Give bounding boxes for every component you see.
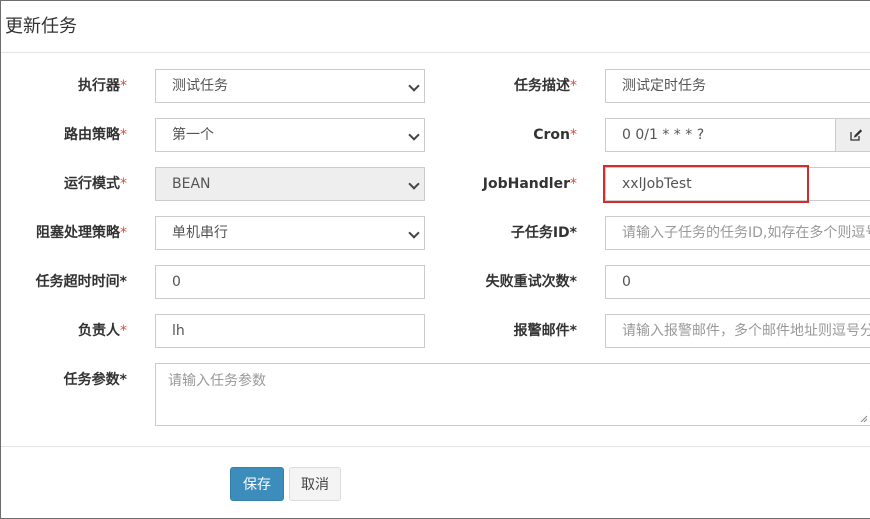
author-input[interactable]: lh (155, 314, 425, 348)
alarm-email-input[interactable]: 请输入报警邮件，多个邮件地址则逗号分隔 (605, 314, 870, 348)
run-mode-select: BEAN (155, 167, 425, 201)
chevron-down-icon (408, 178, 420, 190)
route-strategy-label: 路由策略* (64, 127, 127, 143)
timeout-label: 任务超时时间* (35, 274, 127, 290)
timeout-input[interactable]: 0 (155, 265, 425, 299)
fail-retry-label: 失败重试次数* (485, 274, 577, 290)
chevron-down-icon (408, 129, 420, 141)
author-label: 负责人* (78, 323, 127, 339)
job-desc-label: 任务描述* (514, 78, 577, 94)
update-job-modal: 更新任务 执行器* 测试任务 任务描述* 测试定时任务 路由策略* 第一个 Cr… (0, 0, 870, 519)
child-job-id-input[interactable]: 请输入子任务的任务ID,如存在多个则逗号分隔 (605, 216, 870, 250)
job-desc-input[interactable]: 测试定时任务 (605, 69, 870, 103)
cron-edit-button[interactable] (835, 118, 870, 152)
cancel-button[interactable]: 取消 (289, 467, 341, 501)
job-handler-input[interactable]: xxlJobTest (605, 167, 870, 201)
fail-retry-input[interactable]: 0 (605, 265, 870, 299)
block-strategy-select[interactable]: 单机串行 (155, 216, 425, 250)
block-strategy-label: 阻塞处理策略* (36, 225, 127, 241)
footer-divider (1, 446, 870, 447)
modal-title: 更新任务 (5, 16, 77, 37)
chevron-down-icon (408, 80, 420, 92)
route-strategy-select[interactable]: 第一个 (155, 118, 425, 152)
executor-label: 执行器* (78, 78, 127, 94)
job-param-textarea[interactable]: 请输入任务参数 (155, 363, 870, 426)
job-param-label: 任务参数* (63, 372, 127, 388)
resize-handle-icon[interactable] (860, 415, 868, 423)
alarm-email-label: 报警邮件* (513, 323, 577, 339)
chevron-down-icon (408, 227, 420, 239)
modal-header: 更新任务 (1, 1, 870, 53)
child-job-id-label: 子任务ID* (510, 225, 577, 241)
cron-label: Cron* (533, 127, 577, 143)
executor-select[interactable]: 测试任务 (155, 69, 425, 103)
save-button[interactable]: 保存 (230, 467, 284, 501)
run-mode-label: 运行模式* (64, 176, 127, 192)
job-handler-label: JobHandler* (482, 176, 577, 192)
edit-icon (850, 129, 862, 141)
cron-input[interactable]: 0 0/1 * * * ? (605, 118, 836, 152)
